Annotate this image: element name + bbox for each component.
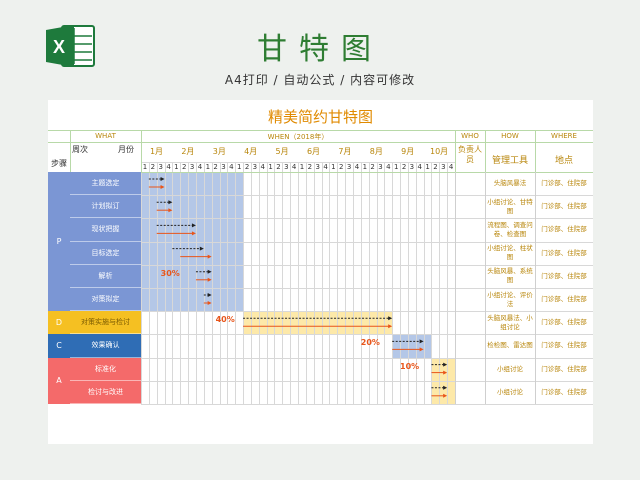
- percentage-label: 40%: [215, 315, 235, 325]
- actual-arrow-head: [207, 277, 212, 282]
- plan-arrow-head: [443, 362, 448, 367]
- actual-arrow-head: [419, 347, 424, 352]
- actual-arrow-head: [168, 208, 173, 213]
- actual-arrow-head: [388, 324, 393, 329]
- actual-arrow-head: [443, 370, 448, 375]
- spreadsheet: 精美简约甘特图 WHAT WHEN（2018年） WHO HOW WHERE 周…: [48, 100, 593, 444]
- plan-arrow-head: [207, 293, 212, 297]
- percentage-label: 30%: [160, 268, 180, 278]
- actual-arrow-head: [443, 393, 448, 398]
- percentage-label: 10%: [400, 361, 420, 371]
- actual-arrow-head: [191, 231, 196, 236]
- plan-arrow-head: [199, 246, 204, 251]
- percentage-label: 20%: [360, 338, 380, 348]
- plan-arrow-head: [388, 316, 393, 321]
- plan-arrow-head: [207, 269, 212, 274]
- plan-arrow-head: [419, 339, 424, 344]
- actual-arrow-head: [160, 185, 165, 189]
- actual-arrow-head: [207, 254, 212, 259]
- plan-arrow-head: [191, 223, 196, 228]
- plan-arrow-head: [160, 177, 165, 181]
- page-subtitle: A4打印 / 自动公式 / 内容可修改: [224, 73, 416, 87]
- actual-arrow-head: [207, 301, 212, 305]
- gantt-arrows: [148, 177, 448, 398]
- plan-arrow-head: [443, 385, 448, 390]
- plan-arrow-head: [168, 200, 173, 205]
- page-title: 甘特图: [257, 32, 383, 67]
